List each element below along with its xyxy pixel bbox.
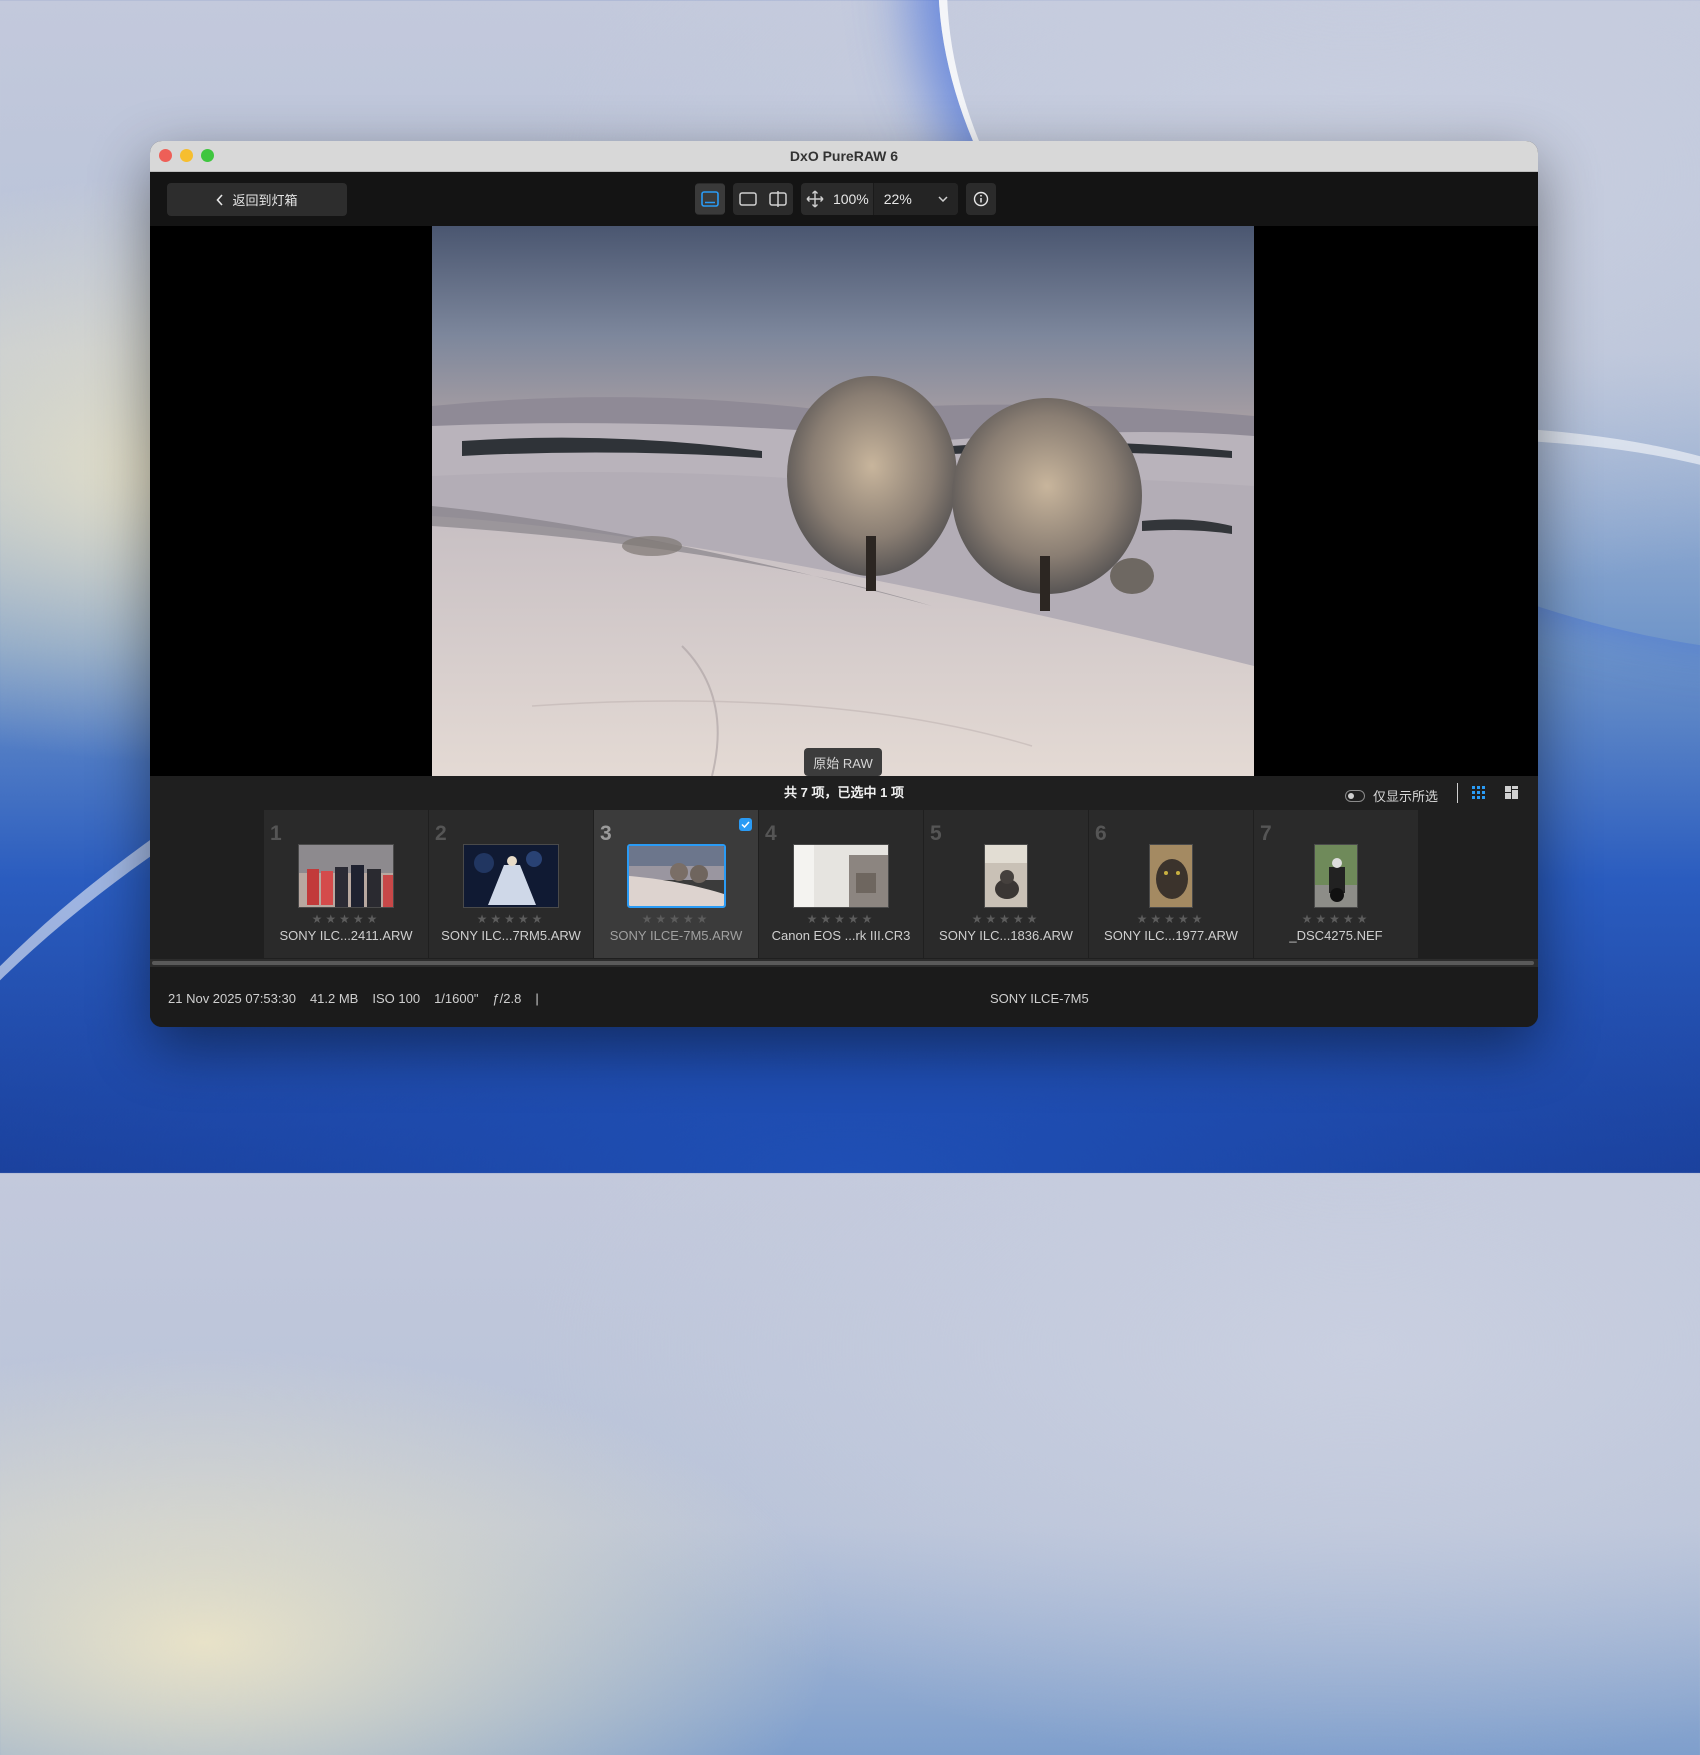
raw-badge: 原始 RAW xyxy=(804,748,882,776)
aperture-value: ƒ/2.8 xyxy=(492,991,522,1006)
item-number: 5 xyxy=(930,822,942,845)
metadata-separator: | xyxy=(535,991,539,1006)
rating-stars[interactable]: ★★★★★ xyxy=(429,912,593,926)
snow-landscape-photo xyxy=(432,226,1254,776)
camera-model: SONY ILCE-7M5 xyxy=(990,991,1089,1006)
capture-date: 21 Nov 2025 07:53:30 xyxy=(168,991,296,1006)
scrollbar-thumb[interactable] xyxy=(152,961,1534,965)
window-title: DxO PureRAW 6 xyxy=(789,148,899,164)
single-view-filmstrip-icon[interactable] xyxy=(695,184,725,214)
move-pan-icon[interactable] xyxy=(801,184,829,214)
zoom-group: 100% 22% xyxy=(801,183,958,215)
divider xyxy=(1457,783,1458,803)
thumbnail-cat xyxy=(984,844,1028,908)
file-size: 41.2 MB xyxy=(309,991,359,1006)
item-filename: SONY ILCE-7M5.ARW xyxy=(609,928,743,943)
filmstrip-view-toggle[interactable] xyxy=(695,183,725,215)
item-filename: SONY ILC...2411.ARW xyxy=(279,928,413,943)
info-icon[interactable] xyxy=(966,184,996,214)
show-selected-label: 仅显示所选 xyxy=(1372,789,1438,804)
item-number: 7 xyxy=(1260,822,1272,845)
rating-stars[interactable]: ★★★★★ xyxy=(594,912,758,926)
title-bar: DxO PureRAW 6 xyxy=(150,141,1538,172)
preview-image[interactable] xyxy=(432,226,1254,776)
selection-count-bar: 共 7 项，已选中 1 项 仅显示所选 xyxy=(150,776,1538,809)
grid-view-icon[interactable] xyxy=(1472,786,1485,799)
single-image-icon[interactable] xyxy=(733,184,763,214)
image-viewer: 原始 RAW xyxy=(150,226,1538,776)
chevron-left-icon xyxy=(216,193,224,206)
zoom-100-button[interactable]: 100% xyxy=(829,191,873,207)
back-to-lightbox-button[interactable]: 返回到灯箱 xyxy=(167,183,347,216)
thumbnail-cat-closeup xyxy=(1149,844,1193,908)
item-filename: SONY ILC...7RM5.ARW xyxy=(441,928,581,943)
item-number: 1 xyxy=(270,822,282,845)
filmstrip-item[interactable]: 2 ★★★★★ SONY ILC...7RM5.ARW xyxy=(429,810,593,958)
chevron-down-icon xyxy=(938,196,948,202)
minimize-window-button[interactable] xyxy=(180,149,193,162)
rating-stars[interactable]: ★★★★★ xyxy=(924,912,1088,926)
item-filename: _DSC4275.NEF xyxy=(1289,928,1383,943)
item-filename: SONY ILC...1836.ARW xyxy=(939,928,1073,943)
show-selected-toggle[interactable] xyxy=(1344,789,1365,802)
item-filename: Canon EOS ...rk III.CR3 xyxy=(771,928,911,943)
filmstrip-item[interactable]: 1 ★★★★★ SONY ILC...2411.ARW xyxy=(264,810,428,958)
thumbnail-motorcycle xyxy=(1314,844,1358,908)
compare-mode-group xyxy=(733,183,793,215)
item-filename: SONY ILC...1977.ARW xyxy=(1104,928,1238,943)
toolbar: 返回到灯箱 100% 22% xyxy=(150,172,1538,226)
filmstrip-item[interactable]: 7 ★★★★★ _DSC4275.NEF xyxy=(1254,810,1418,958)
thumbnail-snow-landscape xyxy=(627,844,726,908)
selection-summary: 共 7 项，已选中 1 项 xyxy=(784,785,904,800)
item-number: 3 xyxy=(600,822,612,845)
zoom-window-button[interactable] xyxy=(201,149,214,162)
checkmark-icon[interactable] xyxy=(739,818,752,831)
item-number: 6 xyxy=(1095,822,1107,845)
rating-stars[interactable]: ★★★★★ xyxy=(1089,912,1253,926)
rating-stars[interactable]: ★★★★★ xyxy=(759,912,923,926)
thumbnail-interior xyxy=(793,844,889,908)
show-selected-toggle-group[interactable]: 仅显示所选 xyxy=(1344,786,1438,805)
zoom-level-value: 22% xyxy=(883,191,912,207)
image-metadata: 21 Nov 2025 07:53:30 41.2 MB ISO 100 1/1… xyxy=(168,991,539,1006)
app-window: DxO PureRAW 6 返回到灯箱 100% 22% 原始 RAW 共 7 … xyxy=(150,141,1538,1027)
filmstrip-item-selected[interactable]: 3 ★★★★★ SONY ILCE-7M5.ARW xyxy=(594,810,758,958)
shutter-speed: 1/1600" xyxy=(434,991,479,1006)
window-controls xyxy=(159,149,214,162)
rating-stars[interactable]: ★★★★★ xyxy=(1254,912,1418,926)
filmstrip-item[interactable]: 4 ★★★★★ Canon EOS ...rk III.CR3 xyxy=(759,810,923,958)
rating-stars[interactable]: ★★★★★ xyxy=(264,912,428,926)
back-button-label: 返回到灯箱 xyxy=(232,193,298,208)
close-window-button[interactable] xyxy=(159,149,172,162)
info-group xyxy=(966,183,996,215)
thumbnail-portrait-group xyxy=(298,844,394,908)
filmstrip-item[interactable]: 6 ★★★★★ SONY ILC...1977.ARW xyxy=(1089,810,1253,958)
zoom-level-select[interactable]: 22% xyxy=(872,183,958,215)
filmstrip: 1 ★★★★★ SONY ILC...2411.ARW 2 ★★★★★ SONY… xyxy=(150,809,1538,959)
split-compare-icon[interactable] xyxy=(763,184,793,214)
filmstrip-item[interactable]: 5 ★★★★★ SONY ILC...1836.ARW xyxy=(924,810,1088,958)
filmstrip-scrollbar[interactable] xyxy=(150,959,1538,967)
thumbnail-night-bride xyxy=(463,844,559,908)
status-bar: 21 Nov 2025 07:53:30 41.2 MB ISO 100 1/1… xyxy=(150,967,1538,1027)
item-number: 4 xyxy=(765,822,777,845)
mosaic-view-icon[interactable] xyxy=(1505,786,1518,799)
item-number: 2 xyxy=(435,822,447,845)
iso-value: ISO 100 xyxy=(372,991,421,1006)
